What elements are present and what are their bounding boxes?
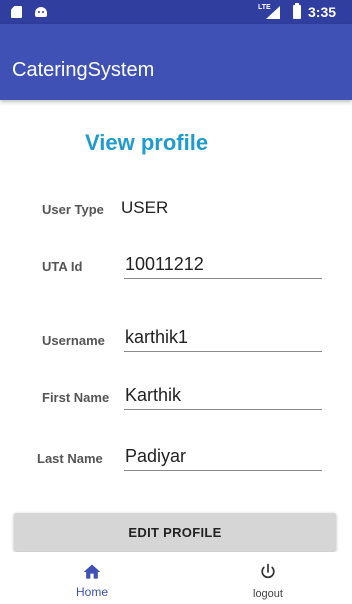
user-type-value: USER bbox=[121, 198, 169, 217]
power-icon bbox=[261, 563, 275, 579]
sd-card-icon bbox=[11, 6, 22, 18]
nav-label-home: Home bbox=[75, 585, 108, 599]
nav-item-logout[interactable]: logout bbox=[208, 552, 328, 604]
home-icon bbox=[83, 564, 101, 579]
last-name-label: Last Name bbox=[37, 451, 103, 466]
android-icon bbox=[35, 7, 47, 17]
page-title: View profile bbox=[85, 130, 209, 155]
first-name-input[interactable] bbox=[124, 382, 322, 409]
signal-icon bbox=[266, 6, 280, 19]
user-type-label: User Type bbox=[42, 202, 104, 217]
edit-profile-button[interactable]: EDIT PROFILE bbox=[14, 513, 336, 551]
uta-id-label: UTA Id bbox=[42, 259, 83, 274]
uta-id-input[interactable] bbox=[124, 251, 322, 278]
username-input[interactable] bbox=[124, 324, 322, 351]
bottom-navigation: Home logout bbox=[0, 552, 352, 604]
app-title: CateringSystem bbox=[12, 59, 155, 81]
app-bar: CateringSystem bbox=[0, 24, 352, 100]
username-field[interactable] bbox=[124, 324, 322, 352]
first-name-label: First Name bbox=[42, 390, 110, 405]
status-time: 3:35 bbox=[308, 4, 337, 20]
nav-item-home[interactable]: Home bbox=[32, 552, 152, 604]
last-name-field[interactable] bbox=[124, 443, 322, 471]
uta-id-field[interactable] bbox=[124, 251, 322, 279]
status-bar: LTE 3:35 bbox=[0, 0, 352, 24]
last-name-input[interactable] bbox=[124, 443, 322, 470]
first-name-field[interactable] bbox=[124, 382, 322, 410]
nav-label-logout: logout bbox=[253, 588, 283, 600]
battery-icon bbox=[293, 3, 301, 19]
username-label: Username bbox=[42, 333, 105, 348]
